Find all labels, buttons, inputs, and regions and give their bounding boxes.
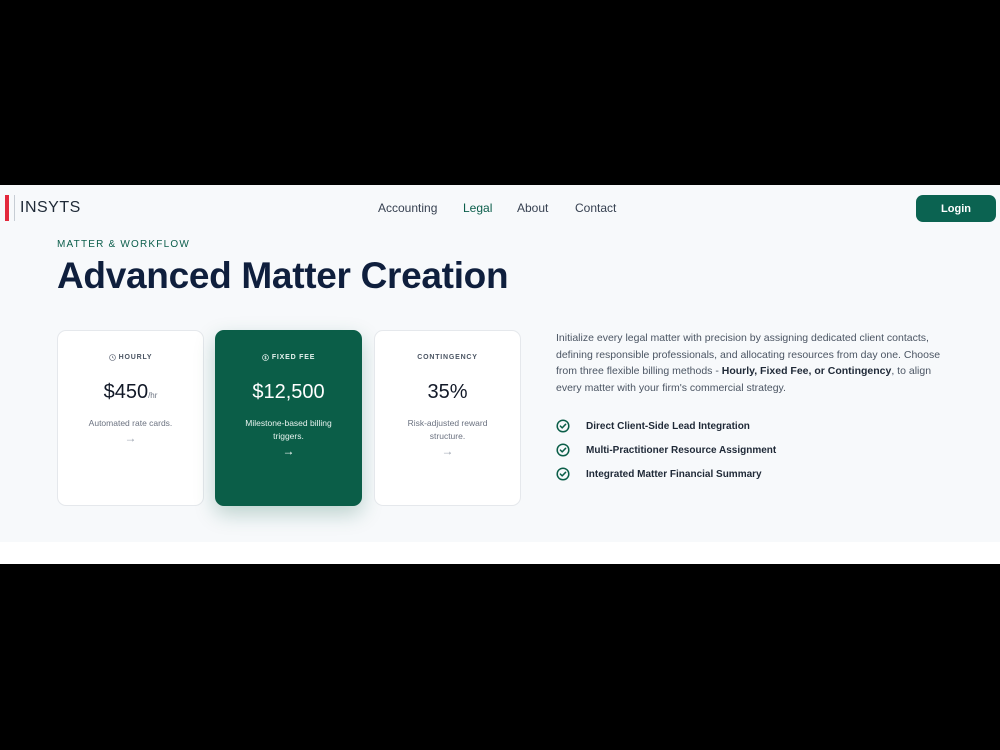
check-circle-icon	[556, 443, 570, 457]
pricing-card-contingency[interactable]: CONTINGENCY 35% Risk-adjusted reward str…	[374, 330, 521, 506]
card-label-text: CONTINGENCY	[417, 354, 478, 361]
matter-description: Initialize every legal matter with preci…	[556, 330, 951, 396]
nav-item-legal[interactable]: Legal	[463, 201, 492, 215]
check-circle-icon	[556, 419, 570, 433]
pricing-card-fixed-fee[interactable]: FIXED FEE $12,500 Milestone-based billin…	[215, 330, 362, 506]
card-description: Risk-adjusted reward structure.	[407, 418, 488, 441]
billing-methods-emphasis: Hourly, Fixed Fee, or Contingency	[721, 365, 892, 377]
price-value: 35%	[427, 381, 468, 403]
section-eyebrow: MATTER & WORKFLOW	[57, 239, 190, 250]
card-label: FIXED FEE	[216, 354, 361, 361]
feature-item: Multi-Practitioner Resource Assignment	[556, 438, 776, 462]
card-description: Milestone-based billing triggers.	[245, 418, 332, 441]
main-nav: Accounting Legal About Contact	[0, 201, 1000, 219]
login-button[interactable]: Login	[916, 195, 996, 222]
feature-text: Multi-Practitioner Resource Assignment	[586, 444, 777, 456]
feature-text: Integrated Matter Financial Summary	[586, 468, 762, 480]
card-label-text: FIXED FEE	[271, 354, 316, 361]
nav-item-about[interactable]: About	[517, 201, 548, 215]
check-circle-icon	[556, 467, 570, 481]
card-description: Automated rate cards.	[88, 418, 173, 428]
feature-list: Direct Client-Side Lead Integration Mult…	[556, 414, 776, 486]
card-price: $12,500	[216, 381, 361, 404]
nav-item-contact[interactable]: Contact	[575, 201, 616, 215]
feature-text: Direct Client-Side Lead Integration	[586, 420, 750, 432]
card-price: 35%	[375, 381, 520, 404]
feature-item: Integrated Matter Financial Summary	[556, 462, 776, 486]
page-title: Advanced Matter Creation	[57, 255, 509, 296]
card-label: HOURLY	[58, 354, 203, 361]
price-unit: /hr	[148, 391, 158, 400]
nav-item-accounting[interactable]: Accounting	[378, 201, 437, 215]
pricing-card-hourly[interactable]: HOURLY $450/hr Automated rate cards. →	[57, 330, 204, 506]
clock-icon	[108, 354, 116, 361]
arrow-right-icon[interactable]: →	[216, 444, 361, 458]
card-label: CONTINGENCY	[375, 354, 520, 361]
price-value: $450	[103, 381, 149, 403]
feature-item: Direct Client-Side Lead Integration	[556, 414, 776, 438]
browser-viewport: INSYTS Accounting Legal About Contact Lo…	[0, 185, 1000, 564]
price-value: $12,500	[252, 381, 325, 403]
arrow-right-icon[interactable]: →	[375, 444, 520, 458]
arrow-right-icon[interactable]: →	[58, 431, 203, 445]
dollar-circle-icon	[262, 354, 269, 361]
card-label-text: HOURLY	[118, 354, 153, 361]
card-price: $450/hr	[58, 381, 203, 404]
